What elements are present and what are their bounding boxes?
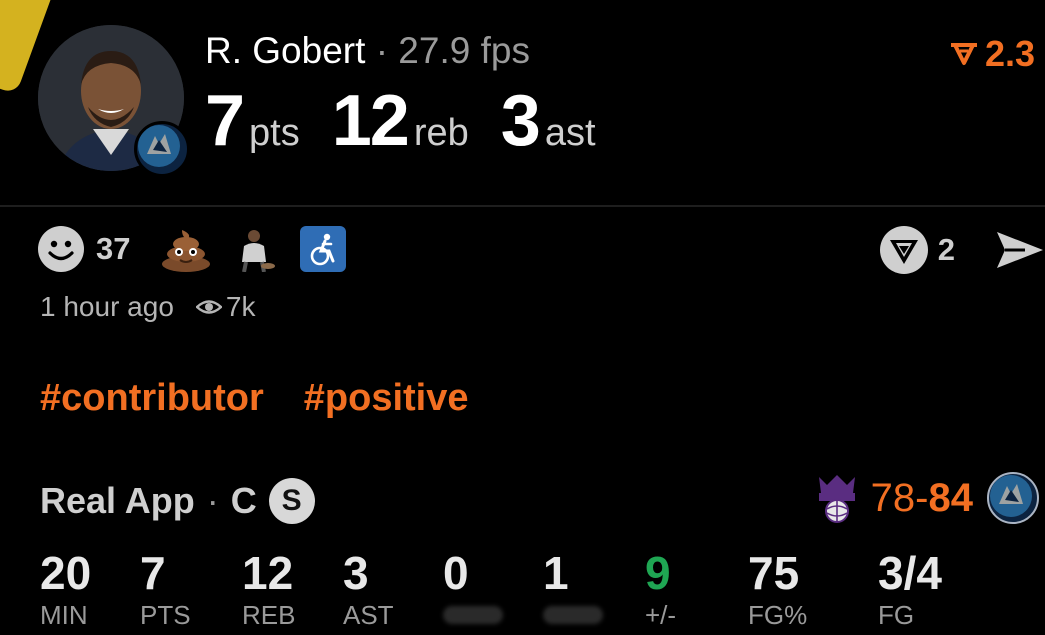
box-stat-label: PTS — [140, 600, 191, 630]
wolves-logo-icon — [987, 472, 1039, 524]
eye-icon — [195, 300, 222, 314]
wheelchair-emoji-icon[interactable] — [300, 226, 347, 272]
player-reaction-icon[interactable] — [232, 226, 278, 272]
v-shield-icon[interactable] — [879, 226, 928, 274]
stat-line: 7 pts 12 reb 3 ast — [205, 80, 628, 162]
player-name[interactable]: R. Gobert — [205, 30, 365, 71]
box-stat-value: 3 — [343, 547, 369, 599]
rating-badge[interactable]: 2.3 — [949, 33, 1035, 75]
box-stat-label: MIN — [40, 600, 88, 630]
box-stat-value: 9 — [645, 547, 671, 599]
poop-emoji-icon[interactable] — [160, 226, 212, 272]
box-stat-min: 20 MIN — [40, 548, 91, 631]
separator: · — [375, 30, 389, 71]
view-count: 7k — [225, 291, 256, 322]
stat-reb-value: 12 — [331, 81, 410, 161]
score-text: 78-84 — [871, 476, 973, 521]
box-stat-fg-pct: 75 FG% — [748, 548, 807, 631]
box-stat-label: AST — [343, 600, 394, 630]
box-stat-label: FG — [878, 600, 915, 630]
box-stat-value: 0 — [443, 547, 469, 599]
send-icon[interactable] — [995, 228, 1045, 272]
score-home: 84 — [928, 475, 974, 520]
player-avatar[interactable] — [38, 25, 190, 177]
source-separator: · — [206, 480, 219, 521]
hashtag-positive[interactable]: #positive — [304, 377, 469, 419]
reactions-row: 37 — [38, 226, 347, 272]
box-stat-value: 75 — [748, 547, 800, 599]
stat-reb-unit: reb — [413, 112, 469, 154]
box-stat-label: REB — [242, 600, 296, 630]
box-stat-reb: 12 REB — [242, 548, 295, 631]
hashtag-contributor[interactable]: #contributor — [40, 377, 264, 419]
box-stat-ast: 3 AST — [343, 548, 394, 631]
time-ago: 1 hour ago — [40, 291, 174, 322]
source-label[interactable]: Real App — [40, 480, 195, 522]
share-group: 2 — [879, 226, 1045, 274]
player-position: C — [230, 480, 257, 521]
s-badge[interactable]: S — [268, 478, 315, 524]
divider — [0, 205, 1045, 207]
post-meta: 1 hour ago 7k — [40, 291, 255, 323]
team-wolves-icon — [134, 121, 190, 177]
smiley-reaction-count: 37 — [96, 231, 131, 266]
game-score[interactable]: 78-84 — [815, 472, 1039, 524]
box-stat-value: 1 — [543, 547, 569, 599]
stat-ast-unit: ast — [544, 112, 596, 154]
blurred-label — [443, 606, 503, 624]
box-stat-value: 3/4 — [878, 547, 942, 599]
source-line: Real App · C S — [40, 478, 315, 524]
box-stat-label: FG% — [748, 600, 808, 630]
box-stat-pts: 7 PTS — [140, 548, 191, 631]
share-count: 2 — [937, 232, 955, 267]
box-stat-blurred-1: 0 — [443, 548, 503, 624]
rating-value: 2.3 — [984, 33, 1035, 74]
box-stat-value: 12 — [242, 547, 294, 599]
box-stat-value: 20 — [40, 547, 92, 599]
box-stat-blurred-2: 1 — [543, 548, 603, 624]
kings-logo-icon — [818, 475, 855, 523]
fps-value: 27.9 fps — [398, 30, 530, 71]
blurred-label — [543, 606, 603, 624]
score-dash: - — [915, 475, 929, 520]
player-name-line: R. Gobert · 27.9 fps — [205, 30, 530, 72]
v-rating-icon — [950, 43, 977, 65]
box-stat-value: 7 — [140, 547, 166, 599]
box-stat-plus-minus: 9 +/- — [645, 548, 676, 631]
smiley-reaction-icon[interactable] — [38, 226, 84, 272]
hashtags: #contributor #positive — [40, 377, 469, 420]
box-stat-fg: 3/4 FG — [878, 548, 942, 631]
score-away: 78 — [870, 475, 916, 520]
stat-pts-unit: pts — [249, 112, 300, 154]
box-stat-label: +/- — [645, 600, 677, 630]
stat-pts-value: 7 — [205, 81, 245, 161]
stat-ast-value: 3 — [500, 81, 541, 161]
